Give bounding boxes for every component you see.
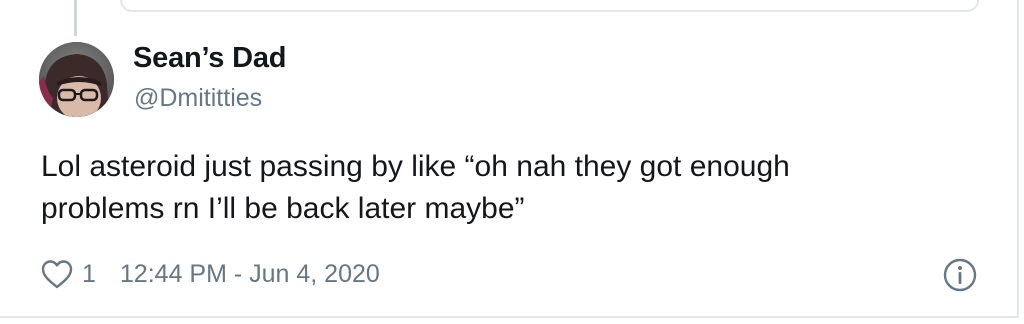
like-count[interactable]: 1 [82,260,96,289]
heart-outline-icon[interactable] [40,258,74,290]
avatar[interactable] [39,42,114,117]
tweet-card: Sean’s Dad @Dmititties Lol asteroid just… [0,0,1024,324]
tweet-footer: 1 12:44 PM - Jun 4, 2020 [40,256,380,292]
tweet-timestamp[interactable]: 12:44 PM - Jun 4, 2020 [120,260,380,289]
tweet-text-line: problems rn I’ll be back later maybe” [41,192,525,225]
author-display-name[interactable]: Sean’s Dad [133,42,286,75]
tweet-text-line: Lol asteroid just passing by like “oh na… [41,150,790,183]
tweet-text: Lol asteroid just passing by like “oh na… [41,146,941,230]
author-handle[interactable]: @Dmititties [134,84,262,113]
avatar-photo [39,42,114,117]
quoted-tweet-card[interactable] [120,0,979,12]
thread-connector-line [74,0,77,36]
info-circle-icon[interactable] [942,257,978,293]
